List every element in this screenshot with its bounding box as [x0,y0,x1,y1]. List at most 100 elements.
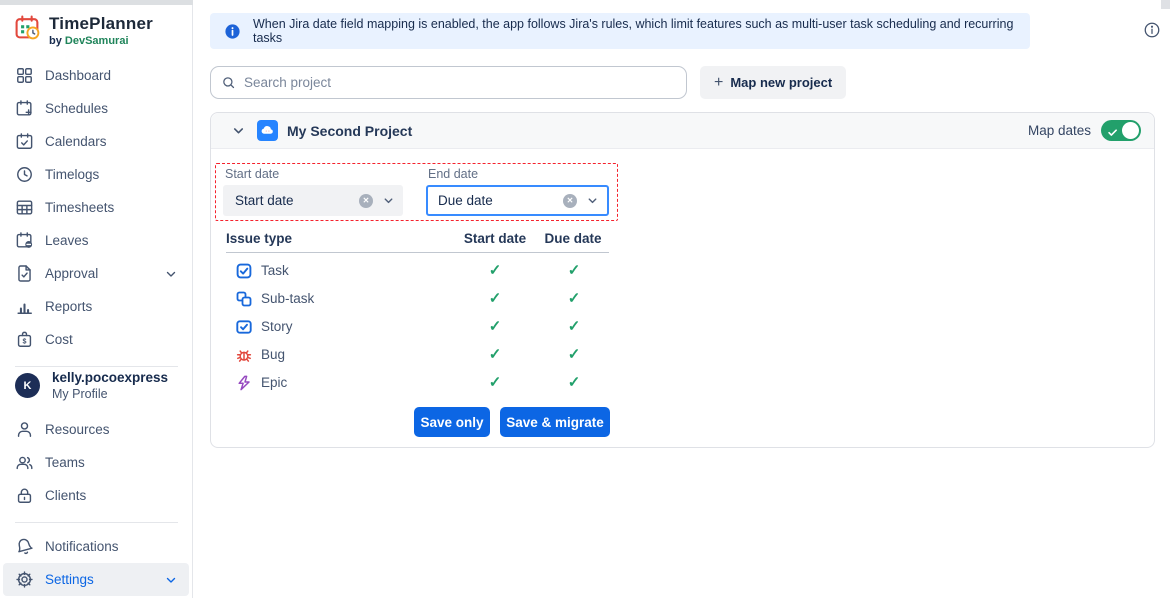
timeplanner-settings-page: TimePlanner by DevSamurai Dashboard Sche… [0,0,1170,598]
svg-text:$: $ [23,337,27,345]
clear-icon[interactable]: ✕ [359,194,373,208]
sidebar-item-dashboard[interactable]: Dashboard [0,59,192,92]
banner-message: When Jira date field mapping is enabled,… [253,17,1016,45]
table-header-divider [226,252,609,253]
end-date-select[interactable]: Due date ✕ [426,185,609,216]
table-row-bug: Bug ✓ ✓ [211,341,631,369]
column-header-start-date: Start date [459,231,531,246]
toggle-check-icon [1107,125,1118,136]
sidebar-nav-system: Notifications Settings [0,530,192,596]
brand-name: DevSamurai [65,35,129,47]
sidebar-item-leaves[interactable]: Leaves [0,224,192,257]
sidebar-item-cost[interactable]: $ Cost [0,323,192,356]
plus-icon: + [714,74,723,92]
column-header-due-date: Due date [538,231,608,246]
group-icon [15,453,34,472]
info-banner: When Jira date field mapping is enabled,… [210,13,1030,49]
profile-block[interactable]: K kelly.pocoexpress My Profile [15,370,168,401]
end-date-field-label: End date [428,167,478,181]
collapse-chevron-icon[interactable] [231,123,246,138]
sidebar-nav-people: Resources Teams Clients [0,413,192,512]
bar-chart-icon [15,297,34,316]
check-icon: ✓ [538,373,610,391]
dashboard-icon [15,66,34,85]
clock-icon [15,165,34,184]
map-dates-label: Map dates [1028,123,1091,138]
search-input[interactable] [244,75,676,90]
subtask-icon [236,291,252,307]
user-avatar[interactable]: K [15,373,40,398]
check-icon: ✓ [538,261,610,279]
help-info-icon[interactable] [1143,21,1161,39]
toggle-knob [1122,122,1139,139]
sidebar-divider [15,366,178,367]
sidebar-item-timelogs[interactable]: Timelogs [0,158,192,191]
app-title: TimePlanner by DevSamurai [49,14,153,47]
check-icon: ✓ [459,261,531,279]
map-new-project-button[interactable]: + Map new project [700,66,846,99]
sidebar-item-timesheets[interactable]: Timesheets [0,191,192,224]
map-dates-control: Map dates [1028,120,1141,141]
table-row-epic: Epic ✓ ✓ [211,369,631,397]
check-icon: ✓ [459,289,531,307]
money-bag-icon: $ [15,330,34,349]
save-only-button[interactable]: Save only [414,407,490,437]
check-icon: ✓ [459,317,531,335]
sidebar-item-approval[interactable]: Approval [0,257,192,290]
sidebar-divider [15,522,178,523]
map-dates-toggle[interactable] [1101,120,1141,141]
timeplanner-logo-icon [14,14,41,41]
story-icon [236,319,252,335]
chevron-down-icon [164,573,178,587]
table-row-story: Story ✓ ✓ [211,313,631,341]
calendar-minus-icon [15,231,34,250]
calendar-check-icon [15,132,34,151]
info-icon [224,23,241,40]
check-icon: ✓ [538,317,610,335]
sidebar-item-clients[interactable]: Clients [0,479,192,512]
chevron-down-icon [382,194,395,207]
check-icon: ✓ [459,345,531,363]
start-date-field-label: Start date [225,167,279,181]
table-grid-icon [15,198,34,217]
profile-username: kelly.pocoexpress [52,370,168,385]
table-row-subtask: Sub-task ✓ ✓ [211,285,631,313]
search-icon [221,75,236,90]
app-name: TimePlanner [49,14,153,34]
sidebar: TimePlanner by DevSamurai Dashboard Sche… [0,0,193,598]
sidebar-item-teams[interactable]: Teams [0,446,192,479]
project-card: My Second Project Map dates Start date S… [210,112,1155,448]
save-and-migrate-button[interactable]: Save & migrate [500,407,610,437]
gear-icon [15,570,34,589]
profile-text: kelly.pocoexpress My Profile [52,370,168,401]
top-scroll-strip [0,0,193,5]
chevron-down-icon [586,194,599,207]
person-icon [15,420,34,439]
start-date-select[interactable]: Start date ✕ [223,185,403,216]
bell-icon [15,537,34,556]
project-card-header[interactable]: My Second Project Map dates [211,113,1154,149]
clear-icon[interactable]: ✕ [563,194,577,208]
sidebar-nav-primary: Dashboard Schedules Calendars Timelogs T… [0,59,192,356]
chevron-down-icon [164,267,178,281]
sidebar-item-calendars[interactable]: Calendars [0,125,192,158]
project-avatar [257,120,278,141]
project-search [210,66,687,99]
document-check-icon [15,264,34,283]
epic-icon [236,375,252,391]
sidebar-item-settings[interactable]: Settings [3,563,189,596]
issue-table-header: Issue type Start date Due date [211,231,1154,251]
check-icon: ✓ [538,289,610,307]
bug-icon [236,347,252,363]
task-icon [236,263,252,279]
column-header-issue-type: Issue type [226,231,292,246]
lock-icon [15,486,34,505]
sidebar-item-notifications[interactable]: Notifications [0,530,192,563]
sidebar-item-schedules[interactable]: Schedules [0,92,192,125]
sidebar-item-reports[interactable]: Reports [0,290,192,323]
check-icon: ✓ [459,373,531,391]
calendar-plus-icon [15,99,34,118]
main-content: When Jira date field mapping is enabled,… [193,0,1170,598]
app-byline: by DevSamurai [49,35,153,47]
sidebar-item-resources[interactable]: Resources [0,413,192,446]
